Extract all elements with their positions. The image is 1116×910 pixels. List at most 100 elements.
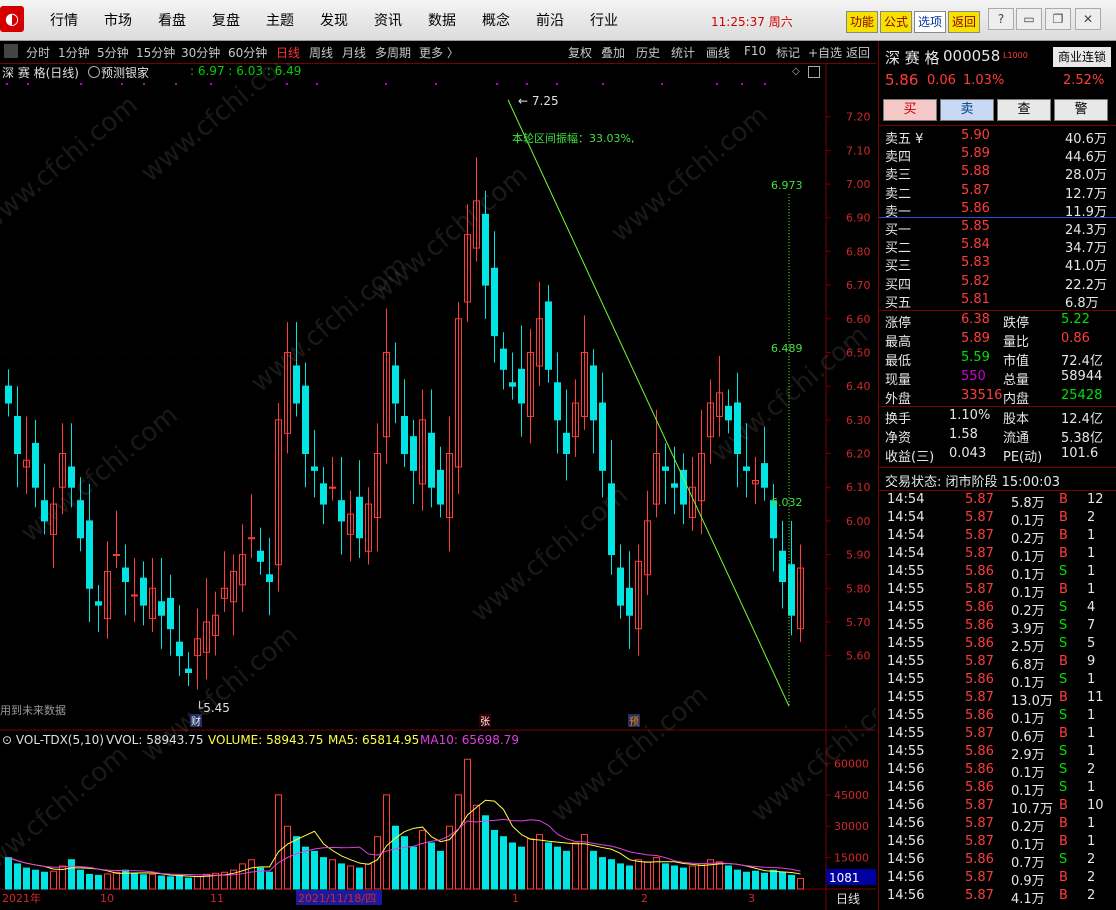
period-tab[interactable]: 5分钟 (97, 44, 129, 61)
toolbar-action[interactable]: +自选 (808, 44, 842, 61)
period-tab[interactable]: 30分钟 (181, 44, 220, 61)
menu-item[interactable]: 市场 (104, 10, 132, 30)
trade-side: S (1059, 780, 1068, 795)
period-tab[interactable]: 日线 (276, 44, 300, 61)
period-tab[interactable]: 周线 (309, 44, 333, 61)
menu-item[interactable]: 数据 (428, 10, 456, 30)
volume-bar (95, 874, 102, 890)
trade-action-button[interactable]: 查 (997, 99, 1051, 121)
volume-bar (113, 871, 120, 890)
period-tab[interactable]: 月线 (342, 44, 366, 61)
period-tab[interactable]: 更多 〉 (419, 44, 459, 61)
candle-body (500, 348, 507, 370)
toolbar-action[interactable]: 统计 (671, 44, 695, 61)
help-icon[interactable]: ? (988, 8, 1014, 30)
function-button[interactable]: 公式 (880, 11, 913, 33)
minimize-icon[interactable]: ▭ (1016, 8, 1042, 30)
menu-item[interactable]: 概念 (482, 10, 510, 30)
trade-price: 5.86 (965, 744, 994, 759)
trade-side: S (1059, 672, 1068, 687)
candle-body (77, 500, 84, 539)
stat-label: 换手 (885, 412, 912, 427)
ask-level-label: 卖二 (885, 186, 912, 202)
function-button[interactable]: 返回 (948, 11, 981, 33)
trade-side: B (1059, 870, 1068, 885)
signal-dot (496, 83, 498, 85)
signal-dot (27, 83, 29, 85)
trade-action-button[interactable]: 卖 (940, 99, 994, 121)
restore-icon[interactable]: ❐ (1045, 8, 1071, 30)
toolbar-action[interactable]: 返回 (846, 44, 870, 61)
toolbar-action[interactable]: 画线 (706, 44, 730, 61)
volume-bar (716, 861, 723, 890)
app-logo[interactable]: ◐ (0, 6, 24, 32)
close-icon[interactable]: ✕ (1075, 8, 1101, 30)
kline-chart[interactable]: www.cfchi.comwww.cfchi.comwww.cfchi.comw… (0, 63, 876, 910)
trade-volume: 0.1万 (1011, 766, 1045, 781)
trade-count: 1 (1087, 564, 1096, 579)
period-tab[interactable]: 15分钟 (136, 44, 175, 61)
volume-bar (149, 873, 156, 890)
candle-body (779, 550, 786, 583)
candle-body (680, 469, 687, 505)
period-tab[interactable]: 60分钟 (228, 44, 267, 61)
back-arrow-icon[interactable] (4, 44, 18, 58)
menu-item[interactable]: 看盘 (158, 10, 186, 30)
event-marker-label: 预 (629, 716, 639, 728)
trade-time: 14:55 (887, 672, 925, 687)
event-marker-label: 财 (191, 715, 201, 728)
candle-body (761, 463, 768, 488)
period-tab[interactable]: 分时 (26, 44, 50, 61)
menu-item[interactable]: 行情 (50, 10, 78, 30)
candle-body (140, 577, 147, 606)
period-tab[interactable]: 多周期 (375, 44, 411, 61)
menu-item[interactable]: 行业 (590, 10, 618, 30)
trade-time: 14:55 (887, 600, 925, 615)
sector-badge[interactable]: 商业连锁 (1053, 47, 1111, 67)
future-data-note: 用到未来数据 (0, 703, 66, 717)
trade-count: 4 (1087, 600, 1096, 615)
candle-body (509, 382, 516, 387)
signal-dot (661, 83, 663, 85)
price-tick-label: 5.60 (846, 650, 871, 663)
volume-bar (590, 850, 597, 890)
toolbar-action[interactable]: 叠加 (601, 44, 625, 61)
function-button[interactable]: 功能 (846, 11, 879, 33)
stat-label: 外盘 (885, 392, 912, 407)
volume-bar (527, 838, 534, 890)
volume-bar (698, 863, 705, 890)
candle-body (617, 567, 624, 606)
price-tick-label: 6.50 (846, 346, 871, 359)
volume-bar (356, 867, 363, 890)
toolbar-action[interactable]: F10 (744, 44, 766, 58)
toolbar-action[interactable]: 复权 (568, 44, 592, 61)
trade-volume: 0.2万 (1011, 604, 1045, 619)
trade-volume: 10.7万 (1011, 802, 1053, 817)
stat-value: 5.22 (1061, 312, 1090, 327)
trade-side: S (1059, 564, 1068, 579)
signal-dot (716, 83, 718, 85)
volume-bar (491, 829, 498, 890)
candle-body (491, 267, 498, 337)
period-tab[interactable]: 1分钟 (58, 44, 90, 61)
trade-action-button[interactable]: 警 (1054, 99, 1108, 121)
toolbar-action[interactable]: 历史 (636, 44, 660, 61)
menu-item[interactable]: 前沿 (536, 10, 564, 30)
volume-bar (779, 871, 786, 890)
menu-item[interactable]: 资讯 (374, 10, 402, 30)
trade-time: 14:56 (887, 780, 925, 795)
menu-item[interactable]: 发现 (320, 10, 348, 30)
toolbar-action[interactable]: 标记 (776, 44, 800, 61)
price-tick-label: 6.30 (846, 414, 871, 427)
menu-item[interactable]: 复盘 (212, 10, 240, 30)
stat-label: 最低 (885, 354, 912, 369)
menu-item[interactable]: 主题 (266, 10, 294, 30)
volume-bar (239, 863, 246, 890)
volume-bar (302, 846, 309, 890)
trade-action-button[interactable]: 买 (883, 99, 937, 121)
vvol-value: VVOL: 58943.75 (106, 733, 203, 747)
ask-volume: 28.0万 (1065, 168, 1107, 184)
volume-bar (671, 865, 678, 890)
trade-count: 5 (1087, 636, 1096, 651)
function-button[interactable]: 选项 (914, 11, 947, 33)
